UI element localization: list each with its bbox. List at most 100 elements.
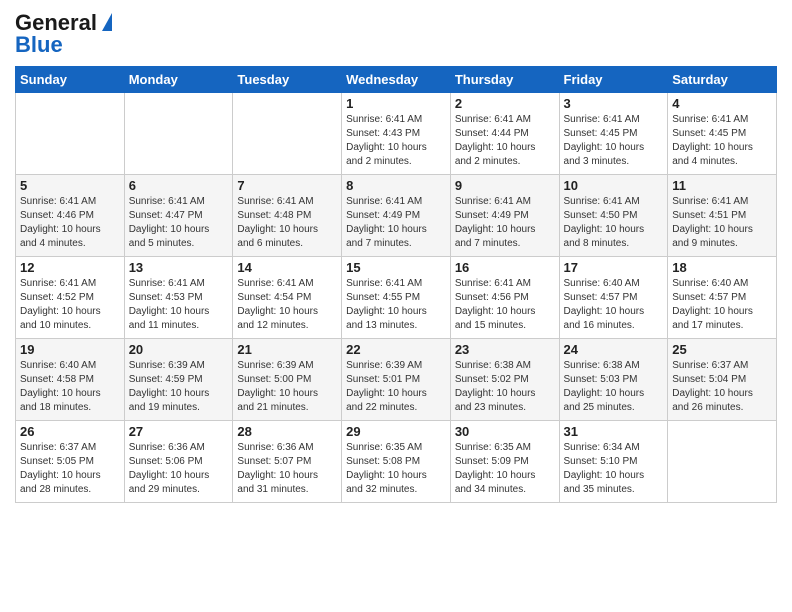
- calendar-cell: 6Sunrise: 6:41 AM Sunset: 4:47 PM Daylig…: [124, 175, 233, 257]
- day-info: Sunrise: 6:36 AM Sunset: 5:06 PM Dayligh…: [129, 441, 229, 497]
- calendar-week-2: 12Sunrise: 6:41 AM Sunset: 4:52 PM Dayli…: [16, 257, 777, 339]
- day-number: 29: [346, 424, 446, 439]
- calendar-cell: 27 Sunrise: 6:36 AM Sunset: 5:06 PM Dayli…: [124, 421, 233, 503]
- calendar-cell: 11Sunrise: 6:41 AM Sunset: 4:51 PM Dayli…: [668, 175, 777, 257]
- day-info: Sunrise: 6:35 AM Sunset: 5:08 PM Dayligh…: [346, 441, 446, 497]
- calendar-cell: 7 Sunrise: 6:41 AM Sunset: 4:48 PM Daylig…: [233, 175, 342, 257]
- calendar-cell: 4 Sunrise: 6:41 AM Sunset: 4:45 PM Daylig…: [668, 93, 777, 175]
- day-info: Sunrise: 6:36 AM Sunset: 5:07 PM Dayligh…: [237, 441, 337, 497]
- day-number: 22: [346, 342, 446, 357]
- day-header-friday: Friday: [559, 67, 668, 93]
- day-info: Sunrise: 6:41 AM Sunset: 4:47 PM Dayligh…: [129, 195, 229, 251]
- calendar-cell: 19 Sunrise: 6:40 AM Sunset: 4:58 PM Dayli…: [16, 339, 125, 421]
- calendar-cell: 30 Sunrise: 6:35 AM Sunset: 5:09 PM Dayli…: [450, 421, 559, 503]
- calendar-cell: 28 Sunrise: 6:36 AM Sunset: 5:07 PM Dayli…: [233, 421, 342, 503]
- day-info: Sunrise: 6:37 AM Sunset: 5:04 PM Dayligh…: [672, 359, 772, 415]
- day-info: Sunrise: 6:41 AM Sunset: 4:50 PM Dayligh…: [564, 195, 664, 251]
- calendar-cell: 24 Sunrise: 6:38 AM Sunset: 5:03 PM Dayli…: [559, 339, 668, 421]
- day-number: 19: [20, 342, 120, 357]
- day-number: 8: [346, 178, 446, 193]
- day-header-wednesday: Wednesday: [342, 67, 451, 93]
- calendar-cell: [124, 93, 233, 175]
- day-number: 15: [346, 260, 446, 275]
- day-number: 26: [20, 424, 120, 439]
- day-info: Sunrise: 6:41 AM Sunset: 4:51 PM Dayligh…: [672, 195, 772, 251]
- day-info: Sunrise: 6:41 AM Sunset: 4:53 PM Dayligh…: [129, 277, 229, 333]
- day-info: Sunrise: 6:41 AM Sunset: 4:49 PM Dayligh…: [346, 195, 446, 251]
- day-info: Sunrise: 6:40 AM Sunset: 4:58 PM Dayligh…: [20, 359, 120, 415]
- day-number: 27: [129, 424, 229, 439]
- calendar-cell: 9Sunrise: 6:41 AM Sunset: 4:49 PM Daylig…: [450, 175, 559, 257]
- calendar-cell: 12Sunrise: 6:41 AM Sunset: 4:52 PM Dayli…: [16, 257, 125, 339]
- day-info: Sunrise: 6:41 AM Sunset: 4:44 PM Dayligh…: [455, 113, 555, 169]
- calendar-cell: 2 Sunrise: 6:41 AM Sunset: 4:44 PM Daylig…: [450, 93, 559, 175]
- day-info: Sunrise: 6:35 AM Sunset: 5:09 PM Dayligh…: [455, 441, 555, 497]
- logo-blue: Blue: [15, 32, 63, 58]
- day-number: 4: [672, 96, 772, 111]
- day-info: Sunrise: 6:38 AM Sunset: 5:02 PM Dayligh…: [455, 359, 555, 415]
- day-number: 10: [564, 178, 664, 193]
- day-header-saturday: Saturday: [668, 67, 777, 93]
- calendar-header-row: SundayMondayTuesdayWednesdayThursdayFrid…: [16, 67, 777, 93]
- day-info: Sunrise: 6:41 AM Sunset: 4:48 PM Dayligh…: [237, 195, 337, 251]
- day-number: 16: [455, 260, 555, 275]
- day-info: Sunrise: 6:40 AM Sunset: 4:57 PM Dayligh…: [564, 277, 664, 333]
- calendar-week-4: 26Sunrise: 6:37 AM Sunset: 5:05 PM Dayli…: [16, 421, 777, 503]
- day-info: Sunrise: 6:39 AM Sunset: 5:00 PM Dayligh…: [237, 359, 337, 415]
- day-info: Sunrise: 6:40 AM Sunset: 4:57 PM Dayligh…: [672, 277, 772, 333]
- logo: General Blue: [15, 10, 112, 58]
- calendar-cell: 13 Sunrise: 6:41 AM Sunset: 4:53 PM Dayli…: [124, 257, 233, 339]
- day-number: 18: [672, 260, 772, 275]
- day-info: Sunrise: 6:41 AM Sunset: 4:55 PM Dayligh…: [346, 277, 446, 333]
- page: General Blue SundayMondayTuesdayWednesda…: [0, 0, 792, 612]
- logo-triangle-icon: [102, 13, 112, 31]
- calendar-cell: 18 Sunrise: 6:40 AM Sunset: 4:57 PM Dayli…: [668, 257, 777, 339]
- day-info: Sunrise: 6:41 AM Sunset: 4:46 PM Dayligh…: [20, 195, 120, 251]
- calendar-cell: 3Sunrise: 6:41 AM Sunset: 4:45 PM Daylig…: [559, 93, 668, 175]
- calendar-cell: 16 Sunrise: 6:41 AM Sunset: 4:56 PM Dayli…: [450, 257, 559, 339]
- calendar-cell: [16, 93, 125, 175]
- day-info: Sunrise: 6:41 AM Sunset: 4:56 PM Dayligh…: [455, 277, 555, 333]
- day-number: 20: [129, 342, 229, 357]
- day-header-sunday: Sunday: [16, 67, 125, 93]
- day-info: Sunrise: 6:41 AM Sunset: 4:45 PM Dayligh…: [672, 113, 772, 169]
- day-info: Sunrise: 6:39 AM Sunset: 4:59 PM Dayligh…: [129, 359, 229, 415]
- day-number: 24: [564, 342, 664, 357]
- day-number: 7: [237, 178, 337, 193]
- day-number: 30: [455, 424, 555, 439]
- day-info: Sunrise: 6:34 AM Sunset: 5:10 PM Dayligh…: [564, 441, 664, 497]
- day-info: Sunrise: 6:41 AM Sunset: 4:43 PM Dayligh…: [346, 113, 446, 169]
- day-number: 23: [455, 342, 555, 357]
- calendar-cell: [233, 93, 342, 175]
- calendar-cell: 10 Sunrise: 6:41 AM Sunset: 4:50 PM Dayli…: [559, 175, 668, 257]
- day-number: 14: [237, 260, 337, 275]
- day-info: Sunrise: 6:39 AM Sunset: 5:01 PM Dayligh…: [346, 359, 446, 415]
- day-number: 1: [346, 96, 446, 111]
- day-header-tuesday: Tuesday: [233, 67, 342, 93]
- day-number: 13: [129, 260, 229, 275]
- calendar-cell: 21 Sunrise: 6:39 AM Sunset: 5:00 PM Dayli…: [233, 339, 342, 421]
- calendar-cell: 17Sunrise: 6:40 AM Sunset: 4:57 PM Dayli…: [559, 257, 668, 339]
- day-header-monday: Monday: [124, 67, 233, 93]
- day-number: 21: [237, 342, 337, 357]
- calendar-cell: 5 Sunrise: 6:41 AM Sunset: 4:46 PM Daylig…: [16, 175, 125, 257]
- calendar-table: SundayMondayTuesdayWednesdayThursdayFrid…: [15, 66, 777, 503]
- day-header-thursday: Thursday: [450, 67, 559, 93]
- day-info: Sunrise: 6:38 AM Sunset: 5:03 PM Dayligh…: [564, 359, 664, 415]
- calendar-cell: 15 Sunrise: 6:41 AM Sunset: 4:55 PM Dayli…: [342, 257, 451, 339]
- calendar-cell: 1 Sunrise: 6:41 AM Sunset: 4:43 PM Daylig…: [342, 93, 451, 175]
- day-info: Sunrise: 6:41 AM Sunset: 4:45 PM Dayligh…: [564, 113, 664, 169]
- calendar-cell: 26Sunrise: 6:37 AM Sunset: 5:05 PM Dayli…: [16, 421, 125, 503]
- day-number: 28: [237, 424, 337, 439]
- calendar-cell: 25Sunrise: 6:37 AM Sunset: 5:04 PM Dayli…: [668, 339, 777, 421]
- calendar-cell: 14 Sunrise: 6:41 AM Sunset: 4:54 PM Dayli…: [233, 257, 342, 339]
- calendar-week-3: 19 Sunrise: 6:40 AM Sunset: 4:58 PM Dayli…: [16, 339, 777, 421]
- day-number: 2: [455, 96, 555, 111]
- calendar-cell: [668, 421, 777, 503]
- day-number: 31: [564, 424, 664, 439]
- calendar-cell: 22 Sunrise: 6:39 AM Sunset: 5:01 PM Dayli…: [342, 339, 451, 421]
- day-number: 5: [20, 178, 120, 193]
- day-info: Sunrise: 6:41 AM Sunset: 4:54 PM Dayligh…: [237, 277, 337, 333]
- calendar-cell: 23 Sunrise: 6:38 AM Sunset: 5:02 PM Dayli…: [450, 339, 559, 421]
- header: General Blue: [15, 10, 777, 58]
